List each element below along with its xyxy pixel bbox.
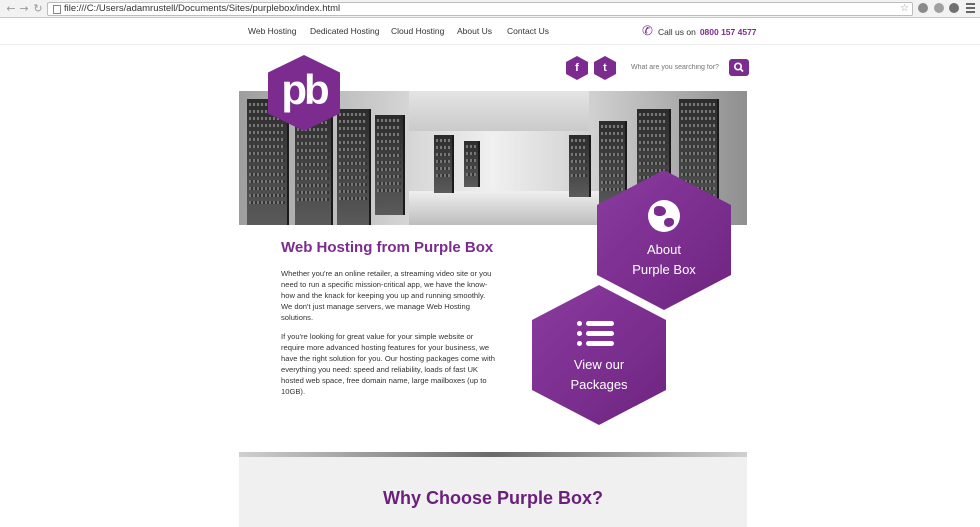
back-arrow-icon[interactable]: ←: [4, 2, 18, 16]
nav-cloud-hosting[interactable]: Cloud Hosting: [391, 26, 444, 36]
why-choose-heading: Why Choose Purple Box?: [382, 488, 604, 508]
bookmark-star-icon[interactable]: ☆: [900, 3, 909, 15]
search-button[interactable]: [729, 59, 749, 76]
extension-icon-2[interactable]: [949, 3, 959, 13]
phone-icon: ✆: [642, 24, 653, 39]
globe-icon: [648, 200, 680, 232]
microphone-icon[interactable]: [918, 3, 928, 13]
server-rack: [337, 109, 371, 225]
nav-web-hosting[interactable]: Web Hosting: [248, 26, 297, 36]
packages-label-line2: Packages: [570, 377, 628, 392]
forward-arrow-icon[interactable]: →: [17, 2, 31, 16]
address-bar[interactable]: file:///C:/Users/adamrustell/Documents/S…: [47, 2, 913, 16]
server-rack: [464, 141, 480, 187]
packages-label-line1: View our: [573, 357, 625, 372]
search-input[interactable]: [627, 60, 727, 75]
page-icon: [53, 5, 61, 14]
nav-about-us[interactable]: About Us: [457, 26, 492, 36]
search-icon: [734, 62, 744, 73]
call-us: ✆ Call us on 0800 157 4577: [642, 23, 757, 41]
url-text[interactable]: file:///C:/Users/adamrustell/Documents/S…: [64, 3, 340, 15]
browser-menu-icon[interactable]: [966, 3, 975, 13]
top-navigation: Web Hosting Dedicated Hosting Cloud Host…: [0, 19, 980, 45]
about-label-line2: Purple Box: [632, 262, 696, 277]
hero-ceiling: [409, 91, 589, 131]
intro-paragraph-1: Whether you're an online retailer, a str…: [281, 269, 492, 322]
why-choose-section: Why Choose Purple Box?: [239, 457, 747, 527]
nav-dedicated-hosting[interactable]: Dedicated Hosting: [310, 26, 379, 36]
page-title: Web Hosting from Purple Box: [281, 239, 494, 256]
intro-paragraph-2: If you're looking for great value for yo…: [281, 332, 496, 396]
nav-contact-us[interactable]: Contact Us: [507, 26, 549, 36]
about-label-line1: About: [647, 242, 681, 257]
view-packages-button[interactable]: View our Packages: [532, 285, 666, 425]
reload-icon[interactable]: ↻: [31, 2, 45, 16]
twitter-icon[interactable]: t: [594, 56, 616, 80]
facebook-icon[interactable]: f: [566, 56, 588, 80]
call-label: Call us on: [658, 27, 696, 37]
list-icon: [577, 321, 615, 347]
phone-number[interactable]: 0800 157 4577: [700, 27, 757, 37]
browser-toolbar: ← → ↻ file:///C:/Users/adamrustell/Docum…: [0, 0, 980, 18]
extension-icon[interactable]: [934, 3, 944, 13]
server-rack: [569, 135, 591, 197]
server-rack: [434, 135, 454, 193]
server-rack: [375, 115, 405, 215]
